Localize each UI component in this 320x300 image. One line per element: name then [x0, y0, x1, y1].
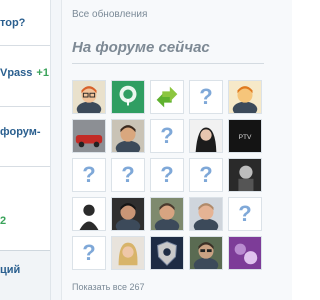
sidebar-divider [0, 166, 50, 167]
sidebar-divider [0, 106, 50, 107]
left-sidebar-column: тор? Vpass +1 форум- 2 ций [0, 0, 51, 300]
user-avatar-red-car[interactable] [72, 119, 106, 153]
sidebar-link-fragment-3[interactable]: форум- [0, 126, 41, 138]
user-avatar-cartoon-glasses[interactable] [72, 80, 106, 114]
sidebar-link-fragment-2[interactable]: Vpass +1 [0, 67, 49, 79]
sidebar-count-badge: +1 [36, 67, 49, 79]
user-avatar-dark-logo-image: PTV [229, 120, 261, 152]
user-avatar-green-tree-logo[interactable] [111, 80, 145, 114]
sidebar-link-text: тор? [0, 17, 26, 29]
show-all-link[interactable]: Показать все 267 [72, 282, 144, 292]
question-mark-icon: ? [238, 201, 252, 226]
question-mark-icon: ? [160, 123, 174, 148]
question-mark-icon: ? [199, 162, 213, 187]
user-avatar-man-face-image [190, 198, 222, 230]
user-avatar-green-arrows-image [151, 81, 183, 113]
sidebar-count-text: 2 [0, 215, 7, 227]
question-mark-icon: ? [82, 162, 96, 187]
forum-online-title: На форуме сейчас [72, 39, 210, 56]
title-divider [72, 63, 264, 64]
user-avatar-cartoon-glasses-image [73, 81, 105, 113]
user-avatar-silhouette-image [73, 198, 105, 230]
question-mark-icon: ? [121, 162, 135, 187]
user-avatar-placeholder[interactable]: ? [150, 158, 184, 192]
user-avatar-placeholder[interactable]: ? [189, 158, 223, 192]
user-avatar-placeholder[interactable]: ? [228, 197, 262, 231]
user-avatar-man-portrait-image [112, 120, 144, 152]
user-avatar-woman-blonde-image [112, 237, 144, 269]
user-avatar-silhouette[interactable] [72, 197, 106, 231]
sidebar-link-text: Vpass [0, 67, 33, 79]
svg-text:PTV: PTV [239, 134, 252, 141]
user-avatar-man-portrait[interactable] [111, 119, 145, 153]
sidebar-footer-box[interactable]: ций [0, 250, 50, 300]
question-mark-icon: ? [82, 240, 96, 265]
sidebar-footer-text: ций [0, 264, 21, 276]
user-avatar-placeholder[interactable]: ? [150, 119, 184, 153]
user-avatar-shield-emblem[interactable] [150, 236, 184, 270]
user-avatar-purple-graphic-image [229, 237, 261, 269]
all-updates-link[interactable]: Все обновления [72, 9, 147, 20]
user-avatar-green-tree-logo-image [112, 81, 144, 113]
user-avatar-dark-logo[interactable]: PTV [228, 119, 262, 153]
user-avatar-dark-figure-image [229, 159, 261, 191]
question-mark-icon: ? [160, 162, 174, 187]
user-avatar-woman-blonde[interactable] [111, 236, 145, 270]
user-avatar-placeholder[interactable]: ? [189, 80, 223, 114]
user-avatar-man-dark-image [112, 198, 144, 230]
user-avatar-man-face[interactable] [189, 197, 223, 231]
user-avatar-man-glasses-image [190, 237, 222, 269]
user-avatar-red-car-image [73, 120, 105, 152]
user-avatar-cartoon-face[interactable] [228, 80, 262, 114]
user-avatar-woman-portrait-image [190, 120, 222, 152]
question-mark-icon: ? [199, 84, 213, 109]
sidebar-link-text: форум- [0, 126, 41, 138]
user-avatar-shield-emblem-image [151, 237, 183, 269]
user-avatar-man-suit[interactable] [150, 197, 184, 231]
sidebar-divider [0, 45, 50, 46]
user-avatar-placeholder[interactable]: ? [72, 236, 106, 270]
user-avatar-cartoon-face-image [229, 81, 261, 113]
forum-online-panel: Все обновления На форуме сейчас ?? PTV???… [62, 0, 292, 300]
user-avatar-man-dark[interactable] [111, 197, 145, 231]
user-avatar-man-suit-image [151, 198, 183, 230]
sidebar-link-fragment-4[interactable]: 2 [0, 215, 6, 227]
user-avatar-placeholder[interactable]: ? [72, 158, 106, 192]
user-avatar-placeholder[interactable]: ? [111, 158, 145, 192]
user-avatar-dark-figure[interactable] [228, 158, 262, 192]
user-avatar-woman-portrait[interactable] [189, 119, 223, 153]
user-avatar-green-arrows[interactable] [150, 80, 184, 114]
sidebar-link-fragment-1[interactable]: тор? [0, 17, 25, 29]
panel-gutter [51, 0, 62, 300]
user-avatar-man-glasses[interactable] [189, 236, 223, 270]
online-users-grid: ?? PTV?????? [72, 80, 268, 275]
user-avatar-purple-graphic[interactable] [228, 236, 262, 270]
